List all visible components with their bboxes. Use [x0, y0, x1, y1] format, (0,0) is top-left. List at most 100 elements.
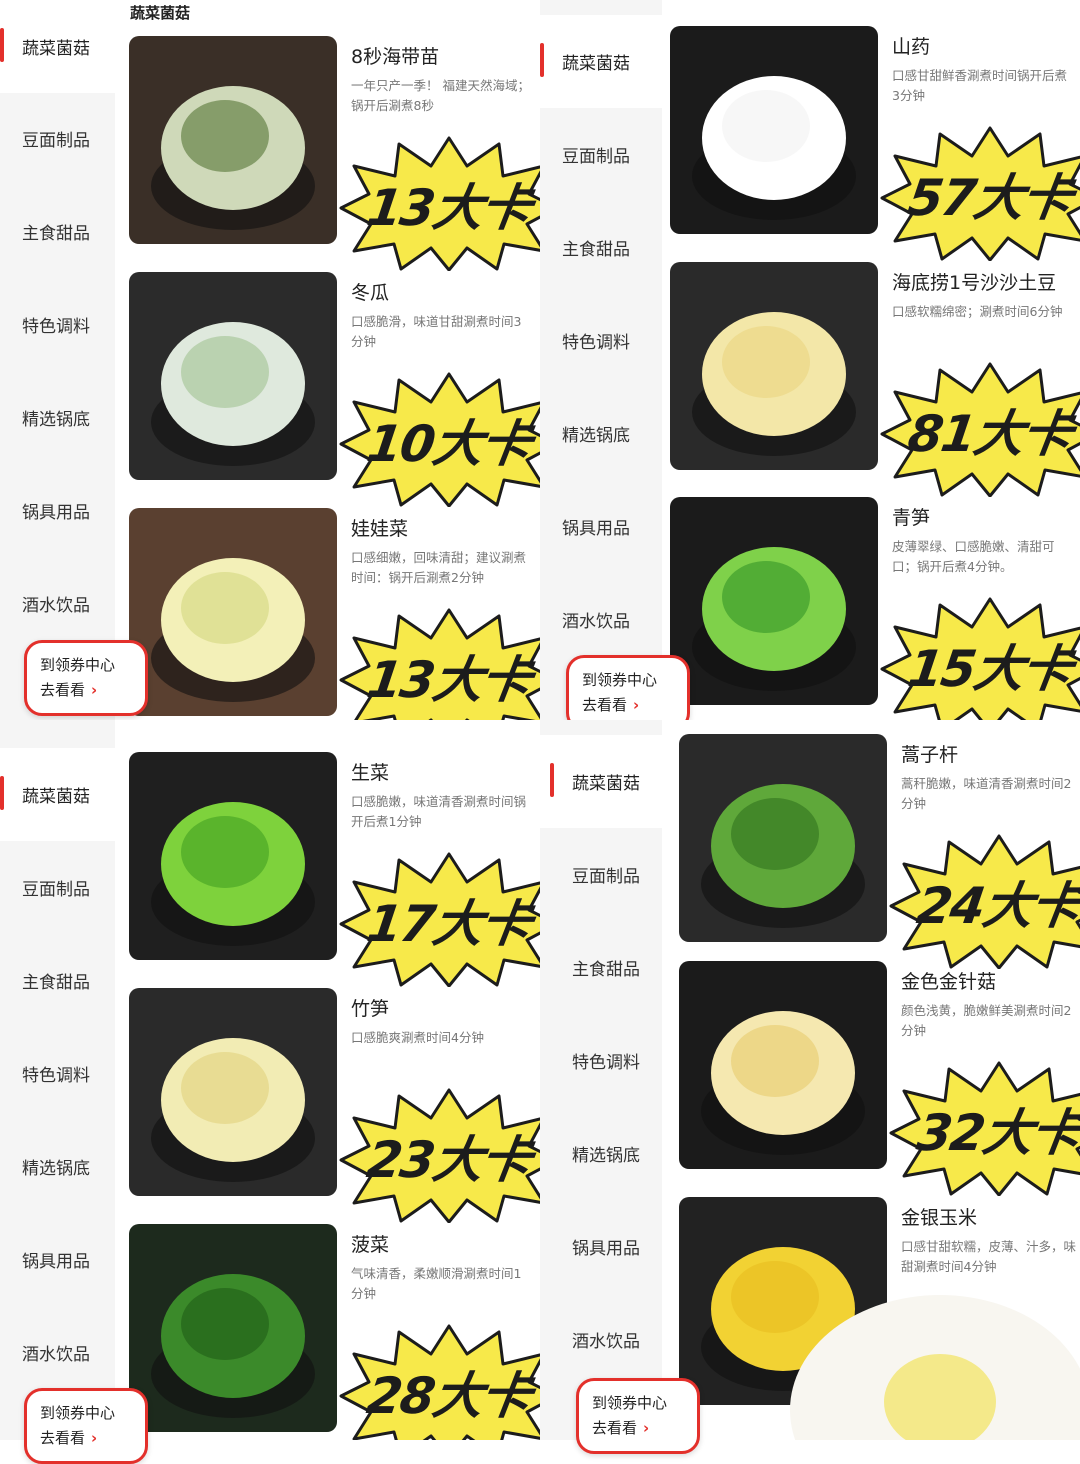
- food-name: 青笋: [892, 507, 931, 529]
- food-description: 口感软糯绵密；涮煮时间6分钟: [892, 304, 1063, 319]
- food-description: 口感脆爽涮煮时间4分钟: [351, 1030, 484, 1045]
- calorie-burst-sticker: 15大卡: [880, 597, 1080, 720]
- food-photo: [129, 1224, 337, 1432]
- calorie-label: 10大卡: [363, 414, 534, 473]
- section-title: 蔬菜菌菇: [130, 4, 191, 22]
- food-item[interactable]: 菠菜气味清香，柔嫩顺滑涮煮时间1分钟 28大卡: [129, 1224, 540, 1434]
- calorie-burst-sticker: 13大卡: [339, 608, 540, 720]
- calorie-label: 13大卡: [363, 650, 534, 709]
- food-item[interactable]: 娃娃菜 口感细嫩，回味清甜；建议涮煮时间：锅开后涮煮2分钟 13大卡: [129, 508, 540, 718]
- food-photo: [670, 26, 878, 234]
- food-description: 颜色浅黄，脆嫩鲜美涮煮时间2分钟: [901, 1003, 1072, 1038]
- food-item[interactable]: 冬瓜口感脆滑，味道甘甜涮煮时间3分钟 10大卡: [129, 272, 540, 482]
- calorie-label: 13大卡: [363, 178, 534, 237]
- food-photo: [129, 36, 337, 244]
- sidebar-item-3[interactable]: 特色调料: [0, 278, 115, 371]
- food-item[interactable]: 海底捞1号沙沙土豆 口感软糯绵密；涮煮时间6分钟 81大卡: [670, 262, 1080, 472]
- food-name: 冬瓜: [351, 282, 390, 304]
- category-sidebar: 蔬菜菌菇 豆面制品 主食甜品 特色调料 精选锅底 锅具用品 酒水饮品: [0, 720, 115, 1440]
- food-photo: [129, 752, 337, 960]
- food-name: 生菜: [351, 762, 390, 784]
- food-name: 菠菜: [351, 1234, 390, 1256]
- food-photo: [679, 734, 887, 942]
- sidebar-item-4[interactable]: 精选锅底: [0, 1120, 115, 1213]
- food-photo: [129, 988, 337, 1196]
- sidebar-item-5[interactable]: 锅具用品: [0, 464, 115, 557]
- food-item[interactable]: 8秒海带苗 一年只产一季！ 福建天然海域；锅开后涮煮8秒 13大卡: [129, 36, 540, 246]
- food-name: 竹笋: [351, 998, 390, 1020]
- sidebar-item-1[interactable]: 豆面制品: [0, 841, 115, 934]
- sidebar-item-3[interactable]: 特色调料: [540, 1014, 662, 1107]
- coupon-line2: 去看看: [592, 1419, 638, 1437]
- food-item[interactable]: 生菜 口感脆嫩，味道清香涮煮时间锅开后煮1分钟 17大卡: [129, 752, 540, 962]
- coupon-center-button[interactable]: 到领券中心 去看看 ›: [576, 1378, 700, 1454]
- calorie-burst-sticker: 23大卡: [339, 1088, 540, 1223]
- sidebar-item-2[interactable]: 主食甜品: [540, 921, 662, 1014]
- sidebar-item-5[interactable]: 锅具用品: [0, 1213, 115, 1306]
- calorie-burst-sticker: 13大卡: [339, 136, 540, 271]
- food-name: 蒿子杆: [901, 744, 959, 766]
- sidebar-item-0[interactable]: 蔬菜菌菇: [0, 0, 115, 93]
- food-description: 口感脆嫩，味道清香涮煮时间锅开后煮1分钟: [351, 794, 527, 829]
- sidebar-item-1[interactable]: 豆面制品: [540, 828, 662, 921]
- category-sidebar: 蔬菜菌菇 豆面制品 主食甜品 特色调料 精选锅底 锅具用品 酒水饮品: [540, 720, 662, 1440]
- coupon-line1: 到领券中心: [40, 656, 116, 674]
- sidebar-item-3[interactable]: 特色调料: [0, 1027, 115, 1120]
- calorie-burst-sticker: 57大卡: [880, 126, 1080, 261]
- food-photo: [670, 497, 878, 705]
- food-item[interactable]: 山药 口感甘甜鲜香涮煮时间锅开后煮3分钟 57大卡: [670, 26, 1080, 236]
- coupon-line2: 去看看: [582, 696, 628, 714]
- food-photo: [129, 508, 337, 716]
- calorie-label: 28大卡: [363, 1366, 534, 1425]
- sidebar-item-4[interactable]: 精选锅底: [540, 1107, 662, 1200]
- sidebar-item-6[interactable]: 酒水饮品: [0, 557, 115, 650]
- sidebar-item-0[interactable]: 蔬菜菌菇: [540, 15, 662, 108]
- sidebar-item-2[interactable]: 主食甜品: [0, 185, 115, 278]
- food-item[interactable]: 竹笋 口感脆爽涮煮时间4分钟 23大卡: [129, 988, 540, 1198]
- sidebar-item-1[interactable]: 豆面制品: [0, 92, 115, 185]
- coupon-center-button[interactable]: 到领券中心 去看看 ›: [24, 640, 148, 716]
- menu-panel-3: 蔬菜菌菇 豆面制品 主食甜品 特色调料 精选锅底 锅具用品 酒水饮品 生菜口感脆嫩，味道清香涮…: [0, 720, 540, 1440]
- coupon-line2: 去看看: [40, 681, 86, 699]
- sidebar-item-1[interactable]: 豆面制品: [540, 108, 662, 201]
- food-name: 金色金针菇: [901, 971, 997, 993]
- calorie-burst-sticker: 24大卡: [889, 834, 1080, 969]
- food-description: 气味清香，柔嫩顺滑涮煮时间1分钟: [351, 1266, 522, 1301]
- sidebar-item-3[interactable]: 特色调料: [540, 294, 662, 387]
- coupon-line1: 到领券中心: [582, 671, 658, 689]
- food-name: 娃娃菜: [351, 518, 409, 540]
- chevron-right-icon: ›: [643, 1419, 650, 1437]
- food-description: 一年只产一季！ 福建天然海域；锅开后涮煮8秒: [351, 78, 530, 113]
- chevron-right-icon: ›: [91, 1429, 98, 1447]
- sidebar-item-4[interactable]: 精选锅底: [540, 387, 662, 480]
- sidebar-item-4[interactable]: 精选锅底: [0, 371, 115, 464]
- food-description: 皮薄翠绿、口感脆嫩、清甜可口；锅开后煮4分钟。: [892, 539, 1055, 574]
- calorie-burst-sticker: 32大卡: [889, 1061, 1080, 1196]
- sidebar-item-5[interactable]: 锅具用品: [540, 1200, 662, 1293]
- sidebar-item-6[interactable]: 酒水饮品: [0, 1306, 115, 1399]
- sidebar-item-2[interactable]: 主食甜品: [540, 201, 662, 294]
- menu-panel-2: 蔬菜菌菇 豆面制品 主食甜品 特色调料 精选锅底 锅具用品 酒水饮品 山药 口感甘甜鲜香涮煮时间…: [540, 0, 1080, 720]
- food-item[interactable]: 金色金针菇 颜色浅黄，脆嫩鲜美涮煮时间2分钟 32大卡: [679, 961, 1080, 1171]
- food-photo: [129, 272, 337, 480]
- sidebar-item-6[interactable]: 酒水饮品: [540, 573, 662, 666]
- sidebar-item-2[interactable]: 主食甜品: [0, 934, 115, 1027]
- sidebar-item-5[interactable]: 锅具用品: [540, 480, 662, 573]
- coupon-center-button[interactable]: 到领券中心 去看看 ›: [24, 1388, 148, 1464]
- menu-panel-1: 蔬菜菌菇 豆面制品 主食甜品 特色调料 精选锅底 锅具用品 酒水饮品 蔬菜菌菇 8秒海带苗 一年只…: [0, 0, 540, 720]
- category-sidebar: 蔬菜菌菇 豆面制品 主食甜品 特色调料 精选锅底 锅具用品 酒水饮品: [0, 0, 115, 720]
- sidebar-item-6[interactable]: 酒水饮品: [540, 1293, 662, 1386]
- food-name: 金银玉米: [901, 1207, 978, 1229]
- food-description: 口感脆滑，味道甘甜涮煮时间3分钟: [351, 314, 522, 349]
- sidebar-item-0[interactable]: 蔬菜菌菇: [540, 735, 662, 828]
- sidebar-item-0[interactable]: 蔬菜菌菇: [0, 748, 115, 841]
- food-name: 海底捞1号沙沙土豆: [892, 272, 1057, 294]
- calorie-burst-sticker: 28大卡: [339, 1324, 540, 1440]
- food-description: 蒿秆脆嫩，味道清香涮煮时间2分钟: [901, 776, 1072, 811]
- fried-egg-decoration: [790, 1290, 1080, 1464]
- food-item[interactable]: 蒿子杆 蒿秆脆嫩，味道清香涮煮时间2分钟 24大卡: [679, 734, 1080, 944]
- food-item[interactable]: 青笋 皮薄翠绿、口感脆嫩、清甜可口；锅开后煮4分钟。 15大卡: [670, 497, 1080, 707]
- category-sidebar: 蔬菜菌菇 豆面制品 主食甜品 特色调料 精选锅底 锅具用品 酒水饮品: [540, 0, 662, 720]
- calorie-burst-sticker: 17大卡: [339, 852, 540, 987]
- calorie-burst-sticker: 10大卡: [339, 372, 540, 507]
